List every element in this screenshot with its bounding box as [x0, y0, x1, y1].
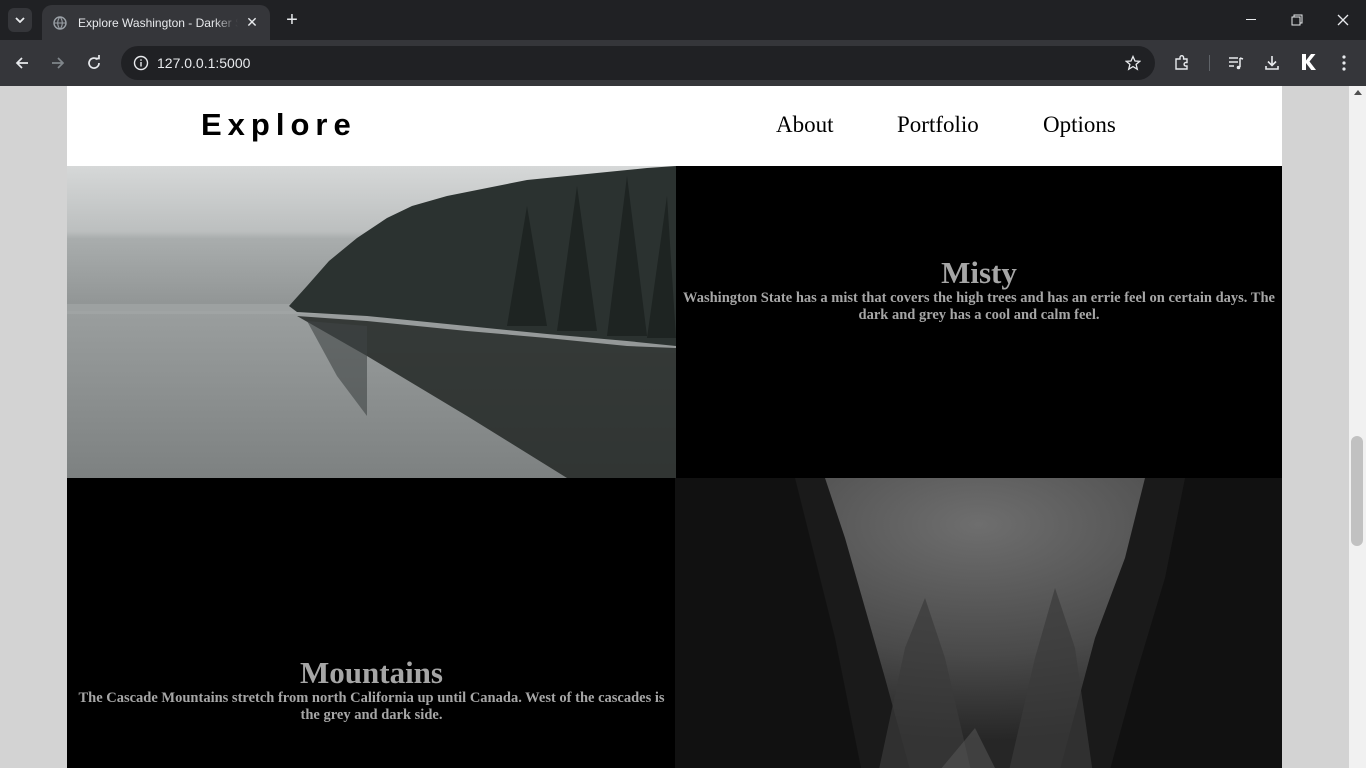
more-vert-icon: [1342, 55, 1346, 71]
back-button[interactable]: [8, 49, 36, 77]
close-icon: [1337, 14, 1349, 26]
site-header: Explore About Portfolio Options: [67, 86, 1282, 166]
site-logo[interactable]: Explore: [201, 107, 357, 143]
tab-search-button[interactable]: [8, 8, 32, 32]
nav-options[interactable]: Options: [1043, 112, 1116, 138]
restore-button[interactable]: [1274, 0, 1320, 40]
extensions-button[interactable]: [1168, 49, 1196, 77]
bookmark-star-icon[interactable]: [1121, 51, 1145, 75]
page-scrollbar[interactable]: [1349, 86, 1366, 768]
page-viewport: Explore About Portfolio Options Misty Wa…: [0, 86, 1349, 768]
gallery-grid: Misty Washington State has a mist that c…: [67, 166, 1282, 768]
media-control-button[interactable]: [1222, 49, 1250, 77]
url-text[interactable]: 127.0.0.1:5000: [157, 55, 250, 71]
foggy-forest-image: [675, 478, 1282, 768]
mountains-heading: Mountains: [300, 655, 443, 690]
mountains-description: The Cascade Mountains stretch from north…: [78, 690, 665, 723]
downloads-button[interactable]: [1258, 49, 1286, 77]
site-info-icon[interactable]: [129, 51, 153, 75]
browser-toolbar: 127.0.0.1:5000: [0, 40, 1366, 86]
close-window-button[interactable]: [1320, 0, 1366, 40]
restore-icon: [1291, 14, 1303, 26]
active-tab[interactable]: Explore Washington - Darker Side ✕: [42, 5, 270, 40]
music-queue-icon: [1229, 57, 1244, 70]
minimize-icon: [1246, 19, 1256, 20]
chevron-down-icon: [15, 17, 25, 23]
tab-strip: Explore Washington - Darker Side ✕ +: [0, 0, 1366, 40]
misty-description: Washington State has a mist that covers …: [683, 290, 1275, 323]
profile-avatar[interactable]: [1296, 50, 1320, 74]
scrollbar-thumb[interactable]: [1351, 436, 1363, 546]
nav-about[interactable]: About: [776, 112, 834, 138]
mountains-text-panel: Mountains The Cascade Mountains stretch …: [67, 478, 676, 768]
address-bar[interactable]: 127.0.0.1:5000: [121, 46, 1155, 80]
minimize-button[interactable]: [1228, 0, 1274, 40]
misty-heading: Misty: [941, 255, 1017, 290]
new-tab-button[interactable]: +: [280, 8, 304, 32]
reload-icon: [88, 55, 100, 69]
tab-title: Explore Washington - Darker Side: [78, 15, 238, 30]
misty-text-panel: Misty Washington State has a mist that c…: [676, 166, 1282, 478]
arrow-right-icon: [52, 57, 65, 69]
puzzle-icon: [1175, 55, 1188, 70]
globe-icon: [52, 15, 68, 31]
arrow-left-icon: [15, 57, 28, 69]
download-icon: [1265, 56, 1279, 70]
k-logo-icon: [1302, 54, 1316, 70]
browser-menu-button[interactable]: [1330, 49, 1358, 77]
scroll-up-arrow-icon[interactable]: [1354, 90, 1362, 95]
forward-button[interactable]: [44, 49, 72, 77]
toolbar-divider: [1209, 55, 1210, 71]
reload-button[interactable]: [80, 49, 108, 77]
nav-portfolio[interactable]: Portfolio: [897, 112, 979, 138]
close-tab-icon[interactable]: ✕: [244, 14, 260, 31]
misty-lake-image: [67, 166, 676, 478]
